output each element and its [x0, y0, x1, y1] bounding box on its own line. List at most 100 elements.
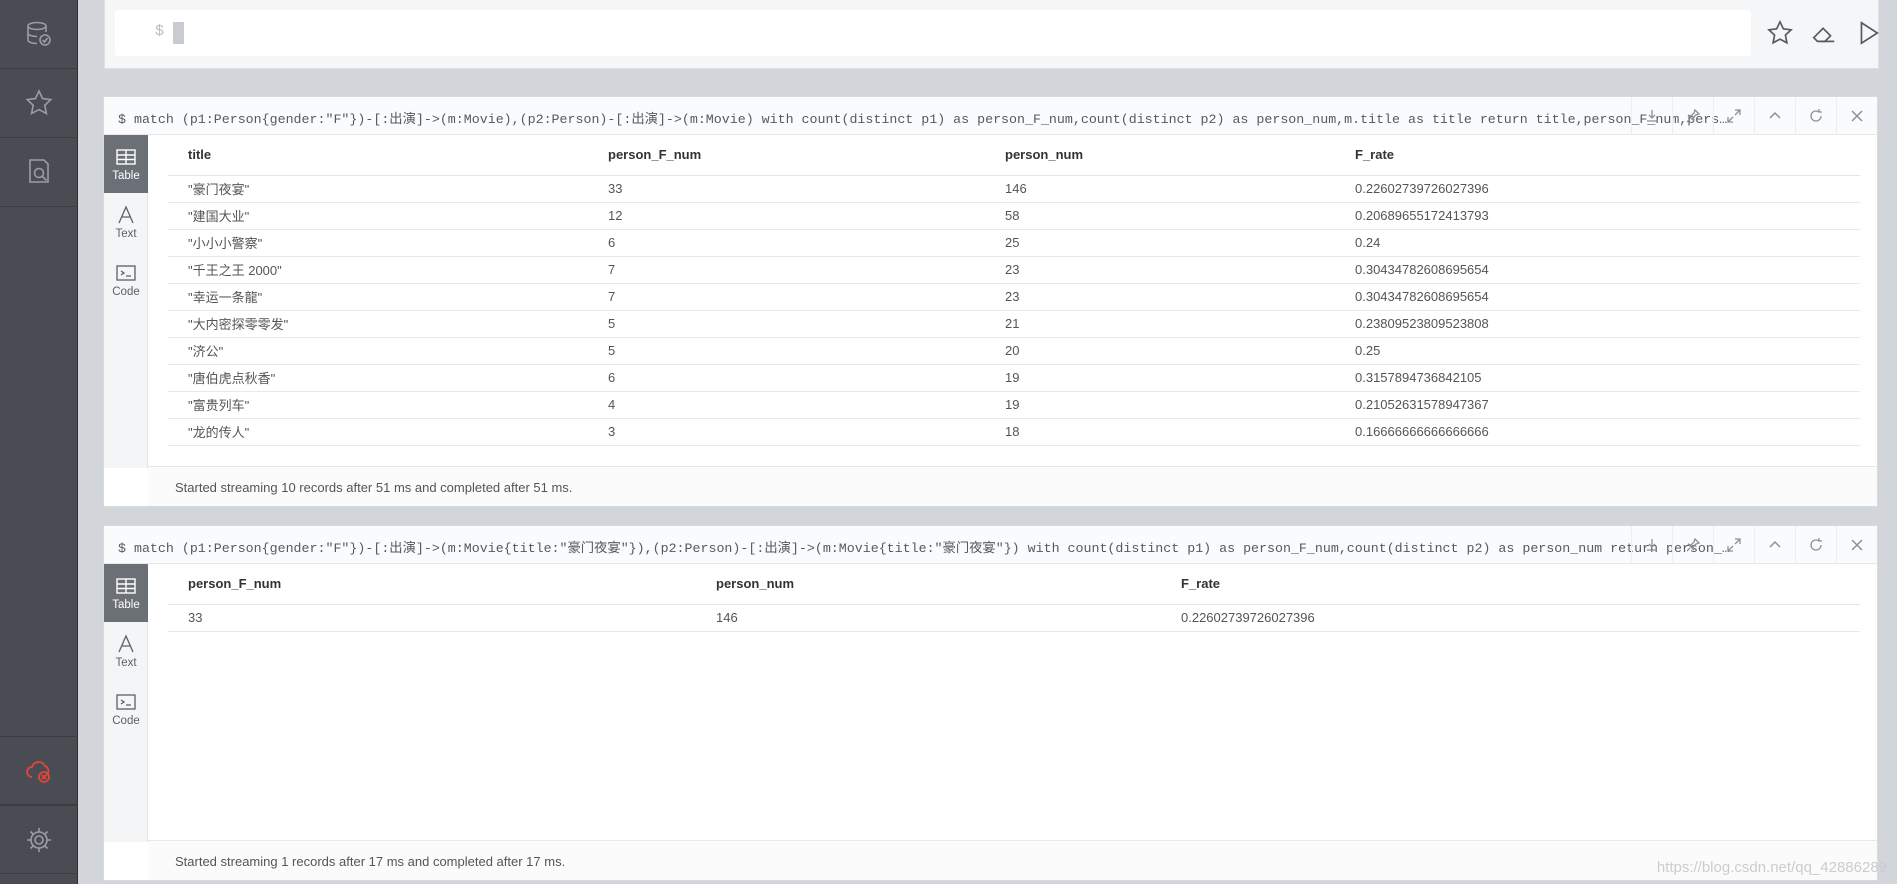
cell: "龙的传人" [168, 418, 588, 446]
database-icon[interactable] [0, 0, 78, 69]
eraser-icon[interactable] [1809, 18, 1839, 48]
tab-label: Table [112, 599, 140, 611]
cell: 0.24 [1335, 229, 1860, 257]
expand-icon[interactable] [1713, 526, 1754, 564]
cell: "豪门夜宴" [168, 175, 588, 203]
download-icon[interactable] [1631, 97, 1672, 135]
tab-label: Code [112, 286, 140, 298]
sidebar [0, 0, 78, 884]
cell: 0.20689655172413793 [1335, 202, 1860, 230]
cell: 146 [985, 175, 1335, 203]
result-table: title person_F_num person_num F_rate "豪门… [168, 135, 1860, 446]
table-row: "富贵列车" 4 19 0.21052631578947367 [168, 391, 1860, 419]
column-header[interactable]: F_rate [1161, 564, 1860, 605]
cell: 20 [985, 337, 1335, 365]
frame-header: $ match (p1:Person{gender:"F"})-[:出演]->(… [104, 526, 1877, 564]
cell: 5 [588, 310, 985, 338]
play-icon[interactable] [1853, 18, 1883, 48]
text-cursor [173, 22, 184, 44]
cell: 5 [588, 337, 985, 365]
cell: 0.16666666666666666 [1335, 418, 1860, 446]
close-icon[interactable] [1836, 97, 1877, 135]
cell: 23 [985, 283, 1335, 311]
cell: 146 [696, 604, 1161, 632]
cell: "小小小警察" [168, 229, 588, 257]
rerun-icon[interactable] [1795, 97, 1836, 135]
cell: "幸运一条龍" [168, 283, 588, 311]
cell: 58 [985, 202, 1335, 230]
favorite-star-icon[interactable] [1765, 18, 1795, 48]
table-row: "龙的传人" 3 18 0.16666666666666666 [168, 418, 1860, 446]
column-header[interactable]: person_num [985, 135, 1335, 176]
cell: "富贵列车" [168, 391, 588, 419]
table-row: "小小小警察" 6 25 0.24 [168, 229, 1860, 257]
table-row: "济公" 5 20 0.25 [168, 337, 1860, 365]
watermark: https://blog.csdn.net/qq_42886289 [1656, 859, 1887, 876]
code-icon [116, 265, 136, 281]
column-header[interactable]: person_F_num [588, 135, 985, 176]
frame-status: Started streaming 1 records after 17 ms … [148, 840, 1877, 880]
cell: 0.23809523809523808 [1335, 310, 1860, 338]
star-icon[interactable] [0, 69, 78, 138]
close-icon[interactable] [1836, 526, 1877, 564]
table-header-row: title person_F_num person_num F_rate [168, 135, 1860, 176]
tab-text[interactable]: Text [104, 193, 148, 251]
query-input[interactable]: $ [115, 10, 1751, 56]
table-row: "大内密探零零发" 5 21 0.23809523809523808 [168, 310, 1860, 338]
cell: 0.22602739726027396 [1161, 604, 1860, 632]
cell: "唐伯虎点秋香" [168, 364, 588, 392]
collapse-icon[interactable] [1754, 526, 1795, 564]
tab-text[interactable]: Text [104, 622, 148, 680]
cell: 6 [588, 229, 985, 257]
expand-icon[interactable] [1713, 97, 1754, 135]
cell: 19 [985, 391, 1335, 419]
frame-status: Started streaming 10 records after 51 ms… [148, 466, 1877, 506]
cell: 0.22602739726027396 [1335, 175, 1860, 203]
cell: 18 [985, 418, 1335, 446]
table-icon [116, 578, 136, 594]
text-icon [118, 205, 134, 224]
cell: 0.3157894736842105 [1335, 364, 1860, 392]
query-editor: $ [104, 0, 1879, 69]
result-frame: $ match (p1:Person{gender:"F"})-[:出演]->(… [103, 525, 1878, 881]
tab-code[interactable]: Code [104, 251, 148, 309]
cell: 25 [985, 229, 1335, 257]
cell: 7 [588, 283, 985, 311]
cell: "济公" [168, 337, 588, 365]
column-header[interactable]: F_rate [1335, 135, 1860, 176]
tab-table[interactable]: Table [104, 564, 148, 622]
tab-table[interactable]: Table [104, 135, 148, 193]
pin-icon[interactable] [1672, 526, 1713, 564]
view-tabs: Table Text Code [104, 564, 148, 842]
tab-code[interactable]: Code [104, 680, 148, 738]
cell: 3 [588, 418, 985, 446]
cell: 33 [588, 175, 985, 203]
collapse-icon[interactable] [1754, 97, 1795, 135]
result-table: person_F_num person_num F_rate 33 146 0.22… [168, 564, 1860, 632]
cell: "建国大业" [168, 202, 588, 230]
pin-icon[interactable] [1672, 97, 1713, 135]
cell: 12 [588, 202, 985, 230]
column-header[interactable]: title [168, 135, 588, 176]
column-header[interactable]: person_num [696, 564, 1161, 605]
text-icon [118, 634, 134, 653]
cell: 19 [985, 364, 1335, 392]
cell: 23 [985, 256, 1335, 284]
download-icon[interactable] [1631, 526, 1672, 564]
cell: 6 [588, 364, 985, 392]
table-row: "唐伯虎点秋香" 6 19 0.3157894736842105 [168, 364, 1860, 392]
column-header[interactable]: person_F_num [168, 564, 696, 605]
frame-query[interactable]: $ match (p1:Person{gender:"F"})-[:出演]->(… [118, 108, 1730, 127]
cell: "千王之王 2000" [168, 256, 588, 284]
code-icon [116, 694, 136, 710]
gear-icon[interactable] [0, 805, 78, 874]
status-text: Started streaming 1 records after 17 ms … [175, 854, 566, 869]
table-icon [116, 149, 136, 165]
cloud-disconnected-icon[interactable] [0, 736, 78, 805]
rerun-icon[interactable] [1795, 526, 1836, 564]
documents-search-icon[interactable] [0, 138, 78, 207]
prompt-symbol: $ [155, 23, 165, 40]
cell: "大内密探零零发" [168, 310, 588, 338]
frame-query[interactable]: $ match (p1:Person{gender:"F"})-[:出演]->(… [118, 537, 1730, 556]
table-row: "豪门夜宴" 33 146 0.22602739726027396 [168, 175, 1860, 203]
